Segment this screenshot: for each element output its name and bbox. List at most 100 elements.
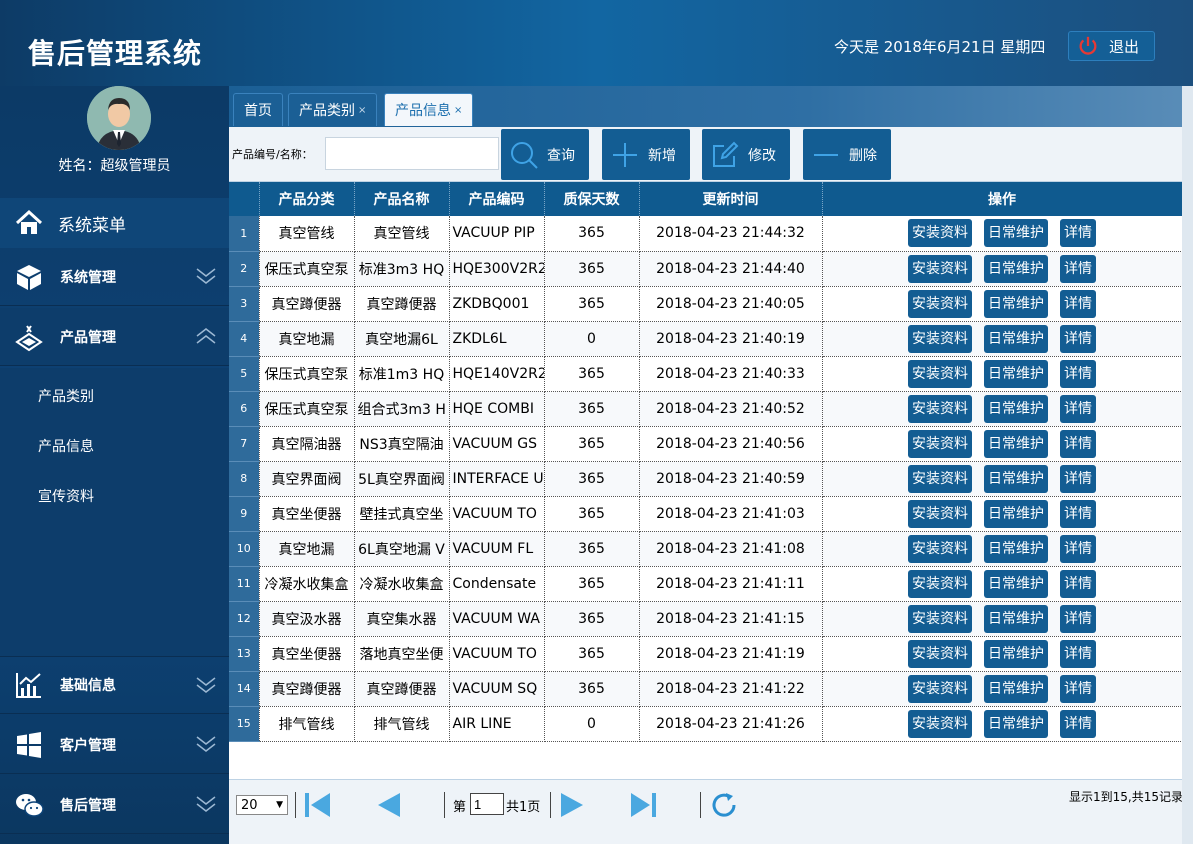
table-row[interactable]: 15 排气管线 排气管线 AIR LINE 0 2018-04-23 21:41:26 安装…	[229, 706, 1183, 742]
cell-time: 2018-04-23 21:44:32	[639, 216, 823, 252]
detail-button[interactable]: 详情	[1060, 499, 1096, 528]
menu-group-basic[interactable]: 基础信息	[0, 656, 229, 714]
maintenance-button[interactable]: 日常维护	[984, 289, 1048, 318]
detail-button[interactable]: 详情	[1060, 709, 1096, 738]
table-row[interactable]: 8 真空界面阀 5L真空界面阀 INTERFACE U 365 2018-04-23 21…	[229, 461, 1183, 497]
detail-button[interactable]: 详情	[1060, 429, 1096, 458]
maintenance-button[interactable]: 日常维护	[984, 569, 1048, 598]
tab-product-category[interactable]: 产品类别 ×	[288, 93, 378, 126]
table-row[interactable]: 6 保压式真空泵 组合式3m3 H HQE COMBI 365 2018-04-23 21…	[229, 391, 1183, 427]
table-row[interactable]: 11 冷凝水收集盒 冷凝水收集盒 Condensate 365 2018-04-23 21…	[229, 566, 1183, 602]
detail-button[interactable]: 详情	[1060, 219, 1096, 248]
delete-button[interactable]: 删除	[803, 129, 891, 180]
query-button[interactable]: 查询	[501, 129, 589, 180]
menu-group-product[interactable]: 产品管理	[0, 308, 229, 366]
install-docs-button[interactable]: 安装资料	[908, 289, 972, 318]
maintenance-button[interactable]: 日常维护	[984, 254, 1048, 283]
detail-button[interactable]: 详情	[1060, 604, 1096, 633]
maintenance-button[interactable]: 日常维护	[984, 604, 1048, 633]
submenu-item-category[interactable]: 产品类别	[38, 386, 94, 406]
next-page-icon[interactable]	[557, 790, 587, 820]
maintenance-button[interactable]: 日常维护	[984, 499, 1048, 528]
install-docs-button[interactable]: 安装资料	[908, 709, 972, 738]
menu-group-aftersale[interactable]: 售后管理	[0, 776, 229, 834]
detail-button[interactable]: 详情	[1060, 289, 1096, 318]
install-docs-button[interactable]: 安装资料	[908, 674, 972, 703]
table-row[interactable]: 13 真空坐便器 落地真空坐便 VACUUM TO 365 2018-04-23 21:4…	[229, 636, 1183, 672]
add-button[interactable]: 新增	[602, 129, 690, 180]
install-docs-button[interactable]: 安装资料	[908, 219, 972, 248]
maintenance-button[interactable]: 日常维护	[984, 359, 1048, 388]
search-input[interactable]	[325, 137, 499, 170]
page-number-input[interactable]	[470, 793, 504, 815]
table-row[interactable]: 14 真空蹲便器 真空蹲便器 VACUUM SQ 365 2018-04-23 21:41…	[229, 671, 1183, 707]
install-docs-button[interactable]: 安装资料	[908, 359, 972, 388]
edit-button[interactable]: 修改	[702, 129, 790, 180]
last-page-icon[interactable]	[629, 790, 659, 820]
install-docs-button[interactable]: 安装资料	[908, 499, 972, 528]
maintenance-button[interactable]: 日常维护	[984, 394, 1048, 423]
detail-button[interactable]: 详情	[1060, 639, 1096, 668]
maintenance-button[interactable]: 日常维护	[984, 324, 1048, 353]
menu-group-customer[interactable]: 客户管理	[0, 716, 229, 774]
detail-button[interactable]: 详情	[1060, 359, 1096, 388]
table-row[interactable]: 1 真空管线 真空管线 VACUUP PIP 365 2018-04-23 21:44:3…	[229, 216, 1183, 252]
maintenance-button[interactable]: 日常维护	[984, 534, 1048, 563]
close-icon[interactable]: ×	[358, 105, 366, 116]
tab-home[interactable]: 首页	[233, 93, 283, 126]
detail-button[interactable]: 详情	[1060, 464, 1096, 493]
install-docs-button[interactable]: 安装资料	[908, 324, 972, 353]
table-row[interactable]: 2 保压式真空泵 标准3m3 HQ HQE300V2R2 365 2018-04-23 2…	[229, 251, 1183, 287]
cell-code: VACUUM GS	[449, 426, 545, 462]
tab-product-info[interactable]: 产品信息 ×	[384, 93, 474, 126]
detail-button[interactable]: 详情	[1060, 534, 1096, 563]
cell-category: 真空坐便器	[259, 636, 355, 672]
install-docs-button[interactable]: 安装资料	[908, 534, 972, 563]
prev-page-icon[interactable]	[374, 790, 404, 820]
detail-button[interactable]: 详情	[1060, 394, 1096, 423]
maintenance-button[interactable]: 日常维护	[984, 219, 1048, 248]
cell-category: 真空界面阀	[259, 461, 355, 497]
close-icon[interactable]: ×	[454, 105, 462, 116]
table-row[interactable]: 7 真空隔油器 NS3真空隔油 VACUUM GS 365 2018-04-23 21:4…	[229, 426, 1183, 462]
detail-button[interactable]: 详情	[1060, 674, 1096, 703]
table-row[interactable]: 4 真空地漏 真空地漏6L ZKDL6L 0 2018-04-23 21:40:19 安装资…	[229, 321, 1183, 357]
detail-button[interactable]: 详情	[1060, 569, 1096, 598]
cell-actions: 安装资料 日常维护 详情	[822, 566, 1183, 602]
cell-time: 2018-04-23 21:41:03	[639, 496, 823, 532]
table-row[interactable]: 5 保压式真空泵 标准1m3 HQ HQE140V2R2 365 2018-04-23 2…	[229, 356, 1183, 392]
refresh-icon[interactable]	[709, 790, 739, 820]
menu-group-system[interactable]: 系统管理	[0, 248, 229, 306]
first-page-icon[interactable]	[302, 790, 332, 820]
maintenance-button[interactable]: 日常维护	[984, 674, 1048, 703]
column-header[interactable]: 产品名称	[354, 182, 450, 216]
column-header[interactable]: 产品编码	[449, 182, 545, 216]
table-row[interactable]: 9 真空坐便器 壁挂式真空坐 VACUUM TO 365 2018-04-23 21:41…	[229, 496, 1183, 532]
install-docs-button[interactable]: 安装资料	[908, 604, 972, 633]
maintenance-button[interactable]: 日常维护	[984, 639, 1048, 668]
detail-button[interactable]: 详情	[1060, 254, 1096, 283]
page-size-select[interactable]: 20 ▼	[236, 795, 288, 815]
install-docs-button[interactable]: 安装资料	[908, 394, 972, 423]
column-header[interactable]: 质保天数	[544, 182, 640, 216]
table-row[interactable]: 12 真空汲水器 真空集水器 VACUUM WA 365 2018-04-23 21:41…	[229, 601, 1183, 637]
table-row[interactable]: 3 真空蹲便器 真空蹲便器 ZKDBQ001 365 2018-04-23 21:40:0…	[229, 286, 1183, 322]
menu-group-label: 系统管理	[60, 269, 116, 286]
install-docs-button[interactable]: 安装资料	[908, 639, 972, 668]
column-header[interactable]: 更新时间	[639, 182, 823, 216]
submenu-item-info[interactable]: 产品信息	[38, 436, 94, 456]
submenu-item-promo[interactable]: 宣传资料	[38, 486, 94, 506]
install-docs-button[interactable]: 安装资料	[908, 569, 972, 598]
table-row[interactable]: 10 真空地漏 6L真空地漏 V VACUUM FL 365 2018-04-23 21:…	[229, 531, 1183, 567]
detail-button[interactable]: 详情	[1060, 324, 1096, 353]
install-docs-button[interactable]: 安装资料	[908, 429, 972, 458]
column-header[interactable]: 产品分类	[259, 182, 355, 216]
maintenance-button[interactable]: 日常维护	[984, 464, 1048, 493]
cell-code: INTERFACE U	[449, 461, 545, 497]
maintenance-button[interactable]: 日常维护	[984, 709, 1048, 738]
install-docs-button[interactable]: 安装资料	[908, 464, 972, 493]
logout-button[interactable]: 退出	[1068, 31, 1155, 61]
install-docs-button[interactable]: 安装资料	[908, 254, 972, 283]
cell-days: 0	[544, 321, 640, 357]
maintenance-button[interactable]: 日常维护	[984, 429, 1048, 458]
